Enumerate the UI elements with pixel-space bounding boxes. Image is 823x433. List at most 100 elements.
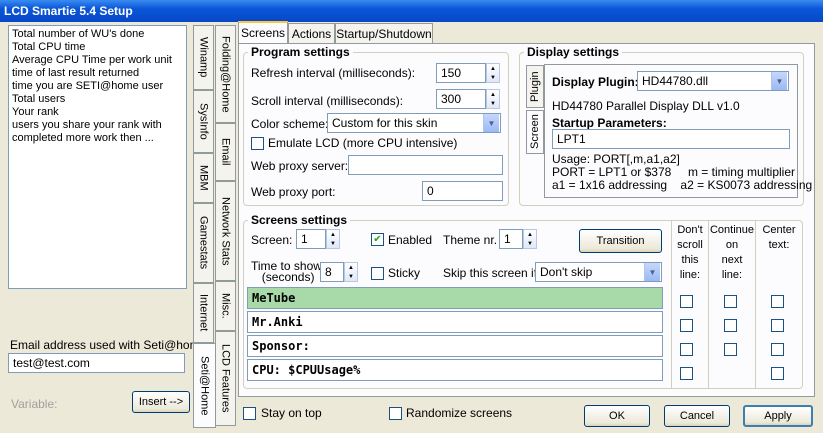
vtab-label: MBM <box>197 165 210 191</box>
screen-label: Screen: <box>251 233 293 247</box>
screen-number-spinner[interactable]: ▲ ▼ <box>326 229 340 249</box>
apply-button[interactable]: Apply <box>743 405 813 427</box>
tab-actions[interactable]: Actions <box>288 23 335 43</box>
vtab-misc[interactable]: Misc. <box>215 281 236 331</box>
sticky-checkbox[interactable] <box>371 267 384 280</box>
tab-startup-shutdown[interactable]: Startup/Shutdown <box>335 23 433 43</box>
seti-info-list[interactable]: Total number of WU's done Total CPU time A… <box>8 25 187 289</box>
emulate-lcd-checkbox[interactable] <box>251 137 264 150</box>
scroll-interval-spinner[interactable]: ▲ ▼ <box>486 89 500 109</box>
seti-info-item[interactable]: Your rank <box>12 106 183 119</box>
color-scheme-select[interactable]: Custom for this skin ▼ <box>327 113 501 133</box>
startup-parameters-input[interactable]: LPT1 <box>552 129 790 149</box>
center-checkbox-2[interactable] <box>771 319 784 332</box>
center-checkbox-1[interactable] <box>771 295 784 308</box>
transition-button[interactable]: Transition <box>579 229 662 253</box>
skip-screen-select[interactable]: Don't skip ▼ <box>535 262 662 282</box>
seti-info-item[interactable]: users you share your rank with <box>12 119 183 132</box>
vtab-mbm[interactable]: MBM <box>193 153 214 203</box>
theme-number-input[interactable]: 1 <box>499 229 523 249</box>
vtab-winamp[interactable]: Winamp <box>193 25 214 90</box>
seti-info-item[interactable]: Average CPU Time per work unit <box>12 54 183 67</box>
emulate-lcd-label: Emulate LCD (more CPU intensive) <box>268 136 458 150</box>
tab-label: Screens <box>240 26 286 40</box>
display-tab-label: Plugin <box>529 71 541 102</box>
lcd-line-2[interactable]: Mr.Anki <box>247 311 663 333</box>
display-tab-plugin[interactable]: Plugin <box>526 65 544 108</box>
scroll-interval-input[interactable]: 300 <box>436 89 486 109</box>
stay-on-top-checkbox[interactable] <box>243 407 256 420</box>
noscroll-checkbox-2[interactable] <box>680 319 693 332</box>
randomize-screens-label: Randomize screens <box>406 406 513 420</box>
continue-checkbox-1[interactable] <box>724 295 737 308</box>
lcd-line-text: CPU: $CPUUsage% <box>252 363 361 377</box>
plugin-description: HD44780 Parallel Display DLL v1.0 <box>552 99 740 113</box>
vtab-network-stats[interactable]: Network Stats <box>215 181 236 281</box>
time-to-show-input[interactable]: 8 <box>320 262 344 282</box>
noscroll-checkbox-4[interactable] <box>680 367 693 380</box>
refresh-interval-value: 150 <box>441 66 462 80</box>
seti-info-item[interactable]: time you are SETI@home user <box>12 80 183 93</box>
center-checkbox-3[interactable] <box>771 343 784 356</box>
lcd-line-text: MeTube <box>252 291 296 305</box>
color-scheme-label: Color scheme: <box>251 117 329 131</box>
spin-down-icon: ▼ <box>490 74 496 81</box>
vtab-internet[interactable]: Internet <box>193 283 214 343</box>
vtab-label: Gamestats <box>197 216 210 270</box>
time-to-show-spinner[interactable]: ▲ ▼ <box>344 262 358 282</box>
lcd-line-4[interactable]: CPU: $CPUUsage% <box>247 359 663 381</box>
seti-info-item[interactable]: Total number of WU's done <box>12 28 183 41</box>
vtab-folding-home[interactable]: Folding@Home <box>215 25 236 123</box>
vtab-email[interactable]: Email <box>215 123 236 181</box>
insert-button[interactable]: Insert --> <box>132 391 190 413</box>
theme-number-spinner[interactable]: ▲ ▼ <box>523 229 537 249</box>
col-dont-scroll-header: Don't scroll this line: <box>677 224 703 281</box>
web-proxy-server-label: Web proxy server: <box>251 159 349 173</box>
email-value: test@test.com <box>13 356 90 370</box>
title-bar: LCD Smartie 5.4 Setup <box>0 0 823 22</box>
enabled-checkbox[interactable] <box>371 233 384 246</box>
spin-down-icon: ▼ <box>330 240 336 247</box>
vtab-seti-home[interactable]: Seti@Home <box>193 343 216 428</box>
lcd-line-3[interactable]: Sponsor: <box>247 335 663 357</box>
spin-down-icon: ▼ <box>490 100 496 107</box>
program-settings-title: Program settings <box>248 45 353 59</box>
vtab-gamestats[interactable]: Gamestats <box>193 203 214 283</box>
display-tab-screen[interactable]: Screen <box>526 110 544 154</box>
refresh-interval-input[interactable]: 150 <box>436 63 486 83</box>
display-plugin-select[interactable]: HD44780.dll ▼ <box>637 71 789 91</box>
seti-info-item[interactable]: Total CPU time <box>12 41 183 54</box>
vtab-sysinfo[interactable]: SysInfo <box>193 90 214 153</box>
spin-up-icon: ▲ <box>490 65 496 72</box>
continue-checkbox-2[interactable] <box>724 319 737 332</box>
center-checkbox-4[interactable] <box>771 367 784 380</box>
refresh-interval-spinner[interactable]: ▲ ▼ <box>486 63 500 83</box>
screen-number-value: 1 <box>301 232 308 246</box>
email-field[interactable]: test@test.com <box>8 353 185 373</box>
sticky-label: Sticky <box>388 266 421 280</box>
screen-number-input[interactable]: 1 <box>296 229 326 249</box>
web-proxy-server-input[interactable] <box>348 155 503 175</box>
seti-info-item[interactable]: completed more work then ... <box>12 132 183 145</box>
tab-screens[interactable]: Screens <box>238 21 288 43</box>
seti-info-item[interactable]: time of last result returned <box>12 67 183 80</box>
enabled-label: Enabled <box>388 233 433 247</box>
cancel-button[interactable]: Cancel <box>664 405 730 427</box>
vtab-label: SysInfo <box>197 103 210 140</box>
randomize-screens-checkbox[interactable] <box>389 407 402 420</box>
noscroll-checkbox-1[interactable] <box>680 295 693 308</box>
noscroll-checkbox-3[interactable] <box>680 343 693 356</box>
seti-info-item[interactable]: Total users <box>12 93 183 106</box>
display-settings-title: Display settings <box>524 45 623 59</box>
theme-number-value: 1 <box>504 232 511 246</box>
theme-label: Theme nr. <box>443 233 498 247</box>
color-scheme-value: Custom for this skin <box>332 116 438 130</box>
ok-button[interactable]: OK <box>584 405 650 427</box>
lcd-line-text: Sponsor: <box>252 339 310 353</box>
vtab-lcd-features[interactable]: LCD Features <box>215 331 236 426</box>
web-proxy-port-input[interactable]: 0 <box>422 181 503 201</box>
lcd-line-1[interactable]: MeTube <box>247 287 663 309</box>
window-title: LCD Smartie 5.4 Setup <box>4 4 133 18</box>
continue-checkbox-3[interactable] <box>724 343 737 356</box>
display-plugin-label: Display Plugin: <box>552 75 639 89</box>
